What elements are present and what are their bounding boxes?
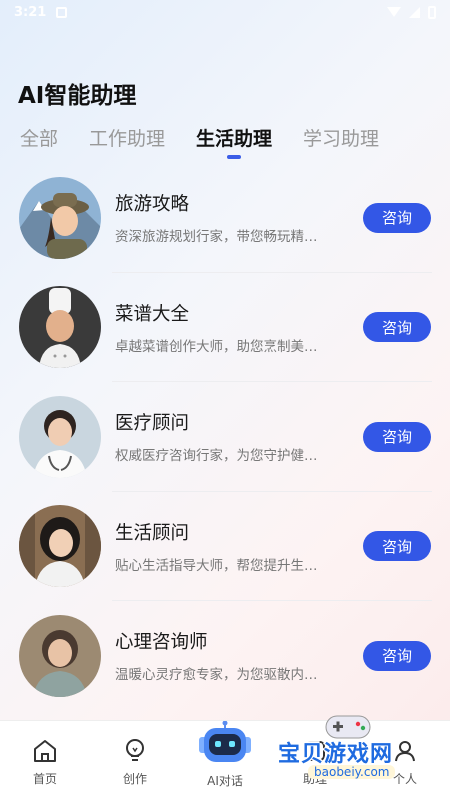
- consult-button[interactable]: 咨询: [363, 421, 431, 452]
- assistant-name: 菜谱大全: [115, 303, 190, 325]
- page-title: AI智能助理: [18, 83, 137, 109]
- chef-avatar: [19, 286, 101, 369]
- nav-create[interactable]: 创作: [90, 721, 180, 800]
- status-time: 3:21: [14, 4, 47, 20]
- life-advisor-avatar: [19, 505, 101, 588]
- tab-study[interactable]: 学习助理: [303, 124, 379, 161]
- consult-button[interactable]: 咨询: [363, 640, 431, 671]
- battery-icon: [428, 5, 436, 19]
- consult-button[interactable]: 咨询: [363, 312, 431, 343]
- nav-ai-chat[interactable]: AI对话: [180, 721, 270, 800]
- assistant-list: 旅游攻略 资深旅游规划行家，带您畅玩精… 咨询 菜谱大全 卓越菜谱创作大师，助您…: [0, 163, 450, 711]
- home-icon: [34, 740, 56, 762]
- list-item[interactable]: 旅游攻略 资深旅游规划行家，带您畅玩精… 咨询: [0, 163, 450, 273]
- status-bar: 3:21: [0, 0, 450, 24]
- watermark-text: 宝贝游戏网: [278, 742, 394, 767]
- category-tabs: 全部 工作助理 生活助理 学习助理: [20, 124, 410, 161]
- assistant-desc: 贴心生活指导大师，帮您提升生…: [115, 557, 318, 574]
- list-item[interactable]: 心理咨询师 温暖心灵疗愈专家，为您驱散内… 咨询: [0, 601, 450, 711]
- tab-life[interactable]: 生活助理: [196, 124, 272, 161]
- consult-button[interactable]: 咨询: [363, 202, 431, 233]
- assistant-name: 旅游攻略: [115, 194, 190, 216]
- list-item[interactable]: 生活顾问 贴心生活指导大师，帮您提升生… 咨询: [0, 492, 450, 602]
- consult-button[interactable]: 咨询: [363, 531, 431, 562]
- tab-all[interactable]: 全部: [20, 124, 58, 161]
- nav-home-label: 首页: [32, 772, 57, 786]
- bulb-icon: [126, 739, 144, 761]
- doctor-avatar: [19, 395, 101, 478]
- wifi-icon: [387, 7, 401, 17]
- assistant-desc: 权威医疗咨询行家，为您守护健…: [115, 448, 318, 465]
- site-watermark: 宝贝游戏网 baobeiy.com: [278, 708, 428, 788]
- watermark-url: baobeiy.com: [308, 765, 396, 779]
- assistant-name: 医疗顾问: [115, 413, 190, 435]
- assistant-name: 生活顾问: [115, 522, 190, 544]
- assistant-desc: 温暖心灵疗愈专家，为您驱散内…: [115, 667, 318, 684]
- assistant-desc: 卓越菜谱创作大师，助您烹制美…: [115, 338, 318, 355]
- notification-icon: [56, 6, 68, 18]
- nav-create-label: 创作: [122, 772, 147, 786]
- nav-ai-chat-label: AI对话: [207, 774, 243, 788]
- list-item[interactable]: 医疗顾问 权威医疗咨询行家，为您守护健… 咨询: [0, 382, 450, 492]
- tab-work[interactable]: 工作助理: [89, 124, 165, 161]
- list-item[interactable]: 菜谱大全 卓越菜谱创作大师，助您烹制美… 咨询: [0, 273, 450, 383]
- assistant-desc: 资深旅游规划行家，带您畅玩精…: [115, 229, 318, 246]
- assistant-name: 心理咨询师: [115, 632, 208, 654]
- signal-icon: [409, 6, 420, 18]
- nav-home[interactable]: 首页: [0, 721, 90, 800]
- robot-icon: [199, 721, 251, 762]
- traveler-avatar: [19, 176, 101, 259]
- psychologist-avatar: [19, 614, 101, 697]
